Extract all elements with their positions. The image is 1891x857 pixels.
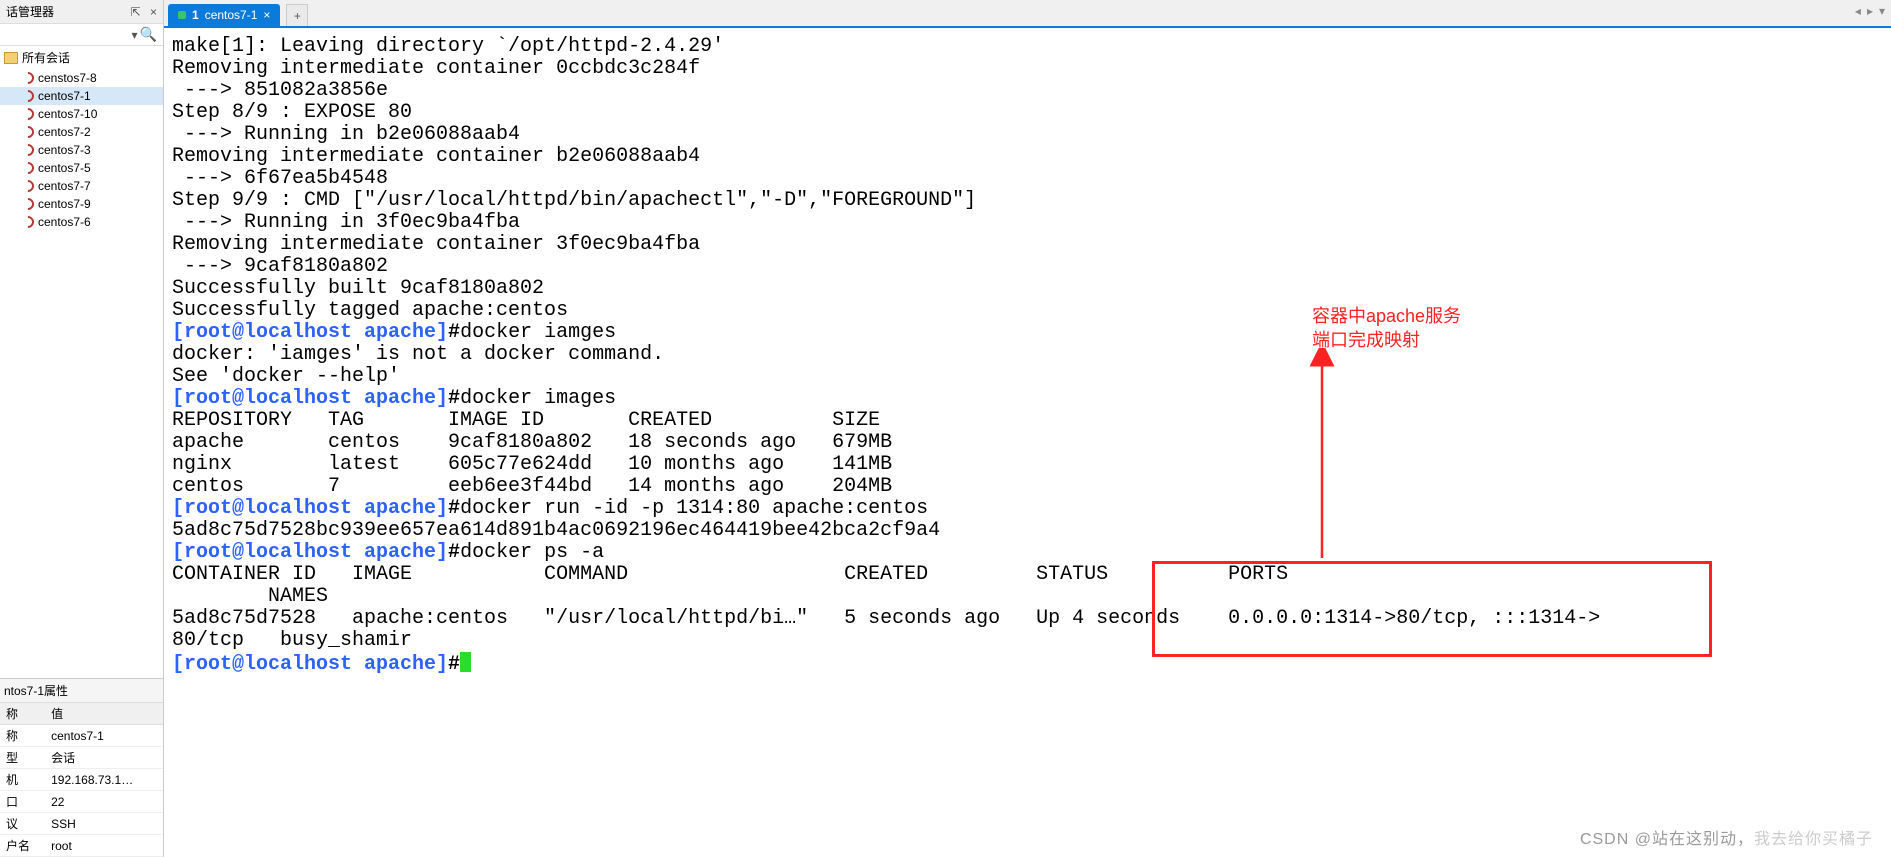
term-block-e: CONTAINER ID IMAGE COMMAND CREATED STATU… (172, 563, 1891, 652)
prop-value: root (45, 835, 163, 857)
tree-item-label: centos7-2 (38, 125, 91, 139)
session-icon (22, 108, 34, 120)
tree-item-label: centos7-1 (38, 89, 91, 103)
session-icon (22, 198, 34, 210)
tree-root-label: 所有会话 (22, 49, 70, 66)
cmd3: docker run -id -p 1314:80 apache:centos (460, 497, 928, 520)
prop-key: 称 (0, 725, 45, 747)
session-icon (22, 180, 34, 192)
prop-value: SSH (45, 813, 163, 835)
close-icon[interactable]: × (150, 5, 157, 19)
prop-key: 议 (0, 813, 45, 835)
prompt: [root@localhost apache]# (172, 321, 460, 344)
status-dot-icon (178, 11, 186, 19)
tree-item[interactable]: centos7-7 (0, 177, 163, 195)
table-row: 户名root (0, 835, 163, 857)
prop-key: 机 (0, 769, 45, 791)
term-block-c: REPOSITORY TAG IMAGE ID CREATED SIZE apa… (172, 409, 892, 498)
session-icon (22, 126, 34, 138)
prop-key: 户名 (0, 835, 45, 857)
tree-item[interactable]: centos7-2 (0, 123, 163, 141)
tree-item[interactable]: centos7-10 (0, 105, 163, 123)
table-row: 型会话 (0, 747, 163, 769)
annotation-arrow-icon (1304, 348, 1344, 568)
table-row: 议SSH (0, 813, 163, 835)
tree-item-label: centos7-6 (38, 215, 91, 229)
terminal-output[interactable]: make[1]: Leaving directory `/opt/httpd-2… (164, 28, 1891, 857)
prop-value-header: 值 (45, 703, 163, 725)
tab-bar: 1 centos7-1 × + ◂ ▸ ▾ (164, 0, 1891, 28)
table-row: 机192.168.73.1… (0, 769, 163, 791)
session-icon (22, 72, 34, 84)
tab-label: centos7-1 (205, 8, 258, 22)
sidebar-header: 话管理器 ⇱ × (0, 0, 163, 24)
session-icon (22, 162, 34, 174)
search-icon[interactable]: 🔍 (140, 26, 157, 43)
tree-item-label: centos7-10 (38, 107, 97, 121)
term-block-b: docker: 'iamges' is not a docker command… (172, 343, 664, 388)
tree-item-label: censtos7-8 (38, 71, 97, 85)
cmd2: docker images (460, 387, 616, 410)
tree-item-label: centos7-3 (38, 143, 91, 157)
tab-overflow-controls: ◂ ▸ ▾ (1855, 4, 1885, 18)
session-icon (22, 144, 34, 156)
prop-name-header: 称 (0, 703, 45, 725)
table-row: 称centos7-1 (0, 725, 163, 747)
terminal-cursor (460, 652, 471, 672)
prompt: [root@localhost apache]# (172, 653, 460, 676)
tab-active[interactable]: 1 centos7-1 × (168, 4, 280, 26)
dropdown-icon[interactable]: ▾ (130, 28, 140, 42)
tree-item[interactable]: censtos7-8 (0, 69, 163, 87)
tree-item[interactable]: centos7-1 (0, 87, 163, 105)
table-row: 口22 (0, 791, 163, 813)
prompt: [root@localhost apache]# (172, 541, 460, 564)
new-tab-button[interactable]: + (286, 4, 308, 26)
session-manager-sidebar: 话管理器 ⇱ × ▾ 🔍 所有会话 censtos7-8 centos7-1 cen… (0, 0, 164, 857)
main-area: 1 centos7-1 × + ◂ ▸ ▾ make[1]: Leaving d… (164, 0, 1891, 857)
watermark: CSDN @站在这别动，我去给你买橘子 (1580, 829, 1873, 851)
prop-key: 口 (0, 791, 45, 813)
properties-title: ntos7-1属性 (0, 679, 163, 703)
prop-value: 22 (45, 791, 163, 813)
session-icon (22, 216, 34, 228)
tree-item-label: centos7-5 (38, 161, 91, 175)
properties-panel: ntos7-1属性 称 值 称centos7-1型会话机192.168.73.1… (0, 678, 163, 857)
prop-value: centos7-1 (45, 725, 163, 747)
term-block-a: make[1]: Leaving directory `/opt/httpd-2… (172, 35, 976, 322)
prop-key: 型 (0, 747, 45, 769)
tree-item[interactable]: centos7-5 (0, 159, 163, 177)
prop-value: 会话 (45, 747, 163, 769)
scroll-right-icon[interactable]: ▸ (1867, 4, 1873, 18)
tree-item-label: centos7-9 (38, 197, 91, 211)
tree-item[interactable]: centos7-6 (0, 213, 163, 231)
annotation-text: 容器中apache服务端口完成映射 (1312, 304, 1461, 352)
pin-icon[interactable]: ⇱ (131, 5, 141, 19)
prompt: [root@localhost apache]# (172, 387, 460, 410)
tab-dropdown-icon[interactable]: ▾ (1879, 4, 1885, 18)
cmd4: docker ps -a (460, 541, 604, 564)
term-block-d: 5ad8c75d7528bc939ee657ea614d891b4ac06921… (172, 519, 940, 542)
prompt: [root@localhost apache]# (172, 497, 460, 520)
tab-index: 1 (192, 8, 199, 22)
session-tree[interactable]: 所有会话 censtos7-8 centos7-1 centos7-10 centos… (0, 46, 163, 678)
sidebar-title: 话管理器 (6, 3, 54, 20)
tree-item-label: centos7-7 (38, 179, 91, 193)
prop-value: 192.168.73.1… (45, 769, 163, 791)
tree-item[interactable]: centos7-9 (0, 195, 163, 213)
folder-icon (4, 52, 18, 64)
sidebar-search-row: ▾ 🔍 (0, 24, 163, 46)
tab-close-icon[interactable]: × (263, 8, 270, 22)
scroll-left-icon[interactable]: ◂ (1855, 4, 1861, 18)
properties-table: 称 值 称centos7-1型会话机192.168.73.1…口22议SSH户名… (0, 703, 163, 857)
tree-root[interactable]: 所有会话 (0, 46, 163, 69)
tree-item[interactable]: centos7-3 (0, 141, 163, 159)
session-icon (22, 90, 34, 102)
cmd1: docker iamges (460, 321, 616, 344)
